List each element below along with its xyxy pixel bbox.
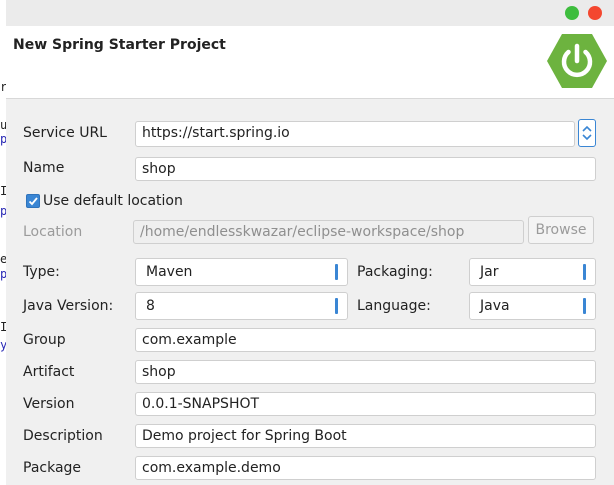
window-titlebar[interactable] <box>6 0 614 27</box>
group-label: Group <box>23 332 66 348</box>
package-input[interactable]: com.example.demo <box>135 456 596 480</box>
java-version-select[interactable]: 8 <box>135 292 348 320</box>
dialog-title: New Spring Starter Project <box>13 37 226 53</box>
location-input: /home/endlesskwazar/eclipse-workspace/sh… <box>133 220 524 244</box>
dialog-header: New Spring Starter Project <box>6 26 614 99</box>
java-version-label: Java Version: <box>23 298 114 314</box>
packaging-select[interactable]: Jar <box>469 258 596 286</box>
package-label: Package <box>23 460 82 476</box>
type-label: Type: <box>23 264 60 280</box>
location-label: Location <box>23 224 83 240</box>
language-value: Java <box>480 298 510 314</box>
select-indicator-icon <box>335 264 338 280</box>
packaging-value: Jar <box>480 264 499 280</box>
java-version-value: 8 <box>146 298 155 314</box>
version-input[interactable]: 0.0.1-SNAPSHOT <box>135 392 596 416</box>
packaging-label: Packaging: <box>357 264 433 280</box>
maximize-button[interactable] <box>565 6 579 20</box>
description-input[interactable]: Demo project for Spring Boot <box>135 424 596 448</box>
service-url-input[interactable]: https://start.spring.io <box>135 121 575 147</box>
name-label: Name <box>23 160 65 176</box>
checkmark-icon <box>28 197 38 206</box>
description-label: Description <box>23 428 103 444</box>
service-url-label: Service URL <box>23 125 107 141</box>
artifact-label: Artifact <box>23 364 75 380</box>
language-select[interactable]: Java <box>469 292 596 320</box>
select-indicator-icon <box>583 264 586 280</box>
group-input[interactable]: com.example <box>135 328 596 352</box>
browse-button: Browse <box>528 216 594 244</box>
select-indicator-icon <box>583 298 586 314</box>
service-url-dropdown[interactable] <box>578 119 596 147</box>
project-form: Service URL https://start.spring.io Name… <box>6 99 614 485</box>
close-button[interactable] <box>588 6 602 20</box>
use-default-location-label[interactable]: Use default location <box>43 193 183 209</box>
artifact-input[interactable]: shop <box>135 360 596 384</box>
type-value: Maven <box>146 264 193 280</box>
chevron-up-down-icon <box>582 125 592 141</box>
spring-power-icon <box>547 34 607 88</box>
type-select[interactable]: Maven <box>135 258 348 286</box>
name-input[interactable]: shop <box>135 157 596 181</box>
language-label: Language: <box>357 298 431 314</box>
use-default-location-checkbox[interactable] <box>26 194 40 208</box>
select-indicator-icon <box>335 298 338 314</box>
version-label: Version <box>23 396 75 412</box>
